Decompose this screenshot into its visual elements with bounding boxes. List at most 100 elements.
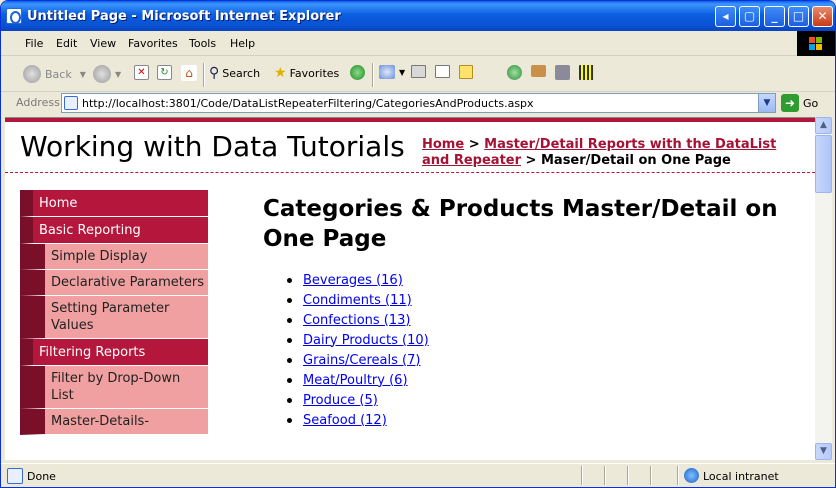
scroll-down-icon[interactable]: ▼ <box>815 443 832 460</box>
breadcrumb-separator: > <box>464 137 485 152</box>
bullet-icon <box>287 277 292 283</box>
sidebar-item-simple-display[interactable]: Simple Display <box>20 244 208 270</box>
tool-button[interactable] <box>555 65 574 80</box>
page-status-icon <box>7 468 23 484</box>
browser-window: Untitled Page - Microsoft Internet Explo… <box>0 0 836 488</box>
status-divider <box>604 466 606 485</box>
grid-button[interactable] <box>579 65 598 80</box>
home-button[interactable]: ⌂ <box>181 65 201 81</box>
forward-arrow-icon <box>93 65 111 83</box>
sidebar-item-filtering-reports[interactable]: Filtering Reports <box>20 339 208 366</box>
category-link[interactable]: Condiments (11) <box>303 293 412 308</box>
home-icon: ⌂ <box>181 65 197 81</box>
list-item: Grains/Cereals (7) <box>287 350 429 370</box>
site-title: Working with Data Tutorials <box>20 130 405 163</box>
edit-button[interactable] <box>435 65 454 78</box>
mail-icon <box>379 65 395 79</box>
favorites-label: Favorites <box>289 66 340 80</box>
vertical-scrollbar[interactable]: ▲ ▼ <box>815 117 832 460</box>
menu-file[interactable]: File <box>25 37 43 50</box>
maximize-button[interactable]: □ <box>788 6 809 27</box>
back-dropdown-icon[interactable]: ▼ <box>80 70 86 79</box>
refresh-icon: ↻ <box>157 65 172 80</box>
research-button[interactable] <box>531 65 550 77</box>
menu-tools[interactable]: Tools <box>189 37 216 50</box>
title-bar[interactable]: Untitled Page - Microsoft Internet Explo… <box>1 1 835 31</box>
forward-dropdown-icon[interactable]: ▼ <box>115 70 121 79</box>
menu-help[interactable]: Help <box>230 37 255 50</box>
menu-favorites[interactable]: Favorites <box>128 37 178 50</box>
printer-icon <box>411 65 426 78</box>
media-button[interactable] <box>350 65 369 80</box>
note-icon <box>459 65 473 79</box>
mail-button[interactable]: ▼ <box>379 65 405 79</box>
back-label: Back <box>45 67 72 81</box>
category-link[interactable]: Seafood (12) <box>303 413 387 428</box>
search-button[interactable]: ⚲ Search <box>209 65 260 81</box>
bullet-icon <box>287 297 292 303</box>
bullet-icon <box>287 397 292 403</box>
status-divider <box>650 466 652 485</box>
close-button[interactable]: ✕ <box>812 6 833 27</box>
favorites-button[interactable]: ★ Favorites <box>274 65 339 81</box>
research-icon <box>531 65 546 77</box>
refresh-button[interactable]: ↻ <box>157 65 176 80</box>
stop-button[interactable]: ✕ <box>134 65 153 80</box>
category-link[interactable]: Grains/Cereals (7) <box>303 353 420 368</box>
mail-dropdown-icon[interactable]: ▼ <box>399 68 405 77</box>
grid-icon <box>579 65 594 80</box>
go-arrow-icon: ➜ <box>781 94 799 112</box>
address-dropdown-icon[interactable]: ▼ <box>758 94 775 112</box>
forward-button[interactable]: ▼ <box>93 65 121 83</box>
window-title: Untitled Page - Microsoft Internet Explo… <box>27 9 341 24</box>
address-input[interactable]: http://localhost:3801/Code/DataListRepea… <box>61 93 776 113</box>
search-icon: ⚲ <box>209 65 220 81</box>
breadcrumb-current: Maser/Detail on One Page <box>540 153 731 168</box>
menu-view[interactable]: View <box>90 37 116 50</box>
bullet-icon <box>287 417 292 423</box>
category-link[interactable]: Dairy Products (10) <box>303 333 429 348</box>
list-item: Beverages (16) <box>287 270 429 290</box>
intranet-globe-icon <box>684 468 699 483</box>
category-list: Beverages (16) Condiments (11) Confectio… <box>287 270 429 430</box>
category-link[interactable]: Produce (5) <box>303 393 378 408</box>
back-arrow-icon <box>23 65 41 83</box>
breadcrumb-home-link[interactable]: Home <box>422 137 464 152</box>
search-label: Search <box>222 66 261 80</box>
address-bar: Address http://localhost:3801/Code/DataL… <box>1 92 835 114</box>
scroll-up-icon[interactable]: ▲ <box>815 117 832 134</box>
print-button[interactable] <box>411 65 430 78</box>
sidebar-item-master-details[interactable]: Master-Details- <box>20 409 208 435</box>
bullet-icon <box>287 337 292 343</box>
sidebar-item-setting-parameter-values[interactable]: Setting Parameter Values <box>20 296 208 339</box>
back-button[interactable]: Back ▼ <box>23 65 86 83</box>
sidebar-item-filter-by-dropdown-list[interactable]: Filter by Drop-Down List <box>20 366 208 409</box>
restore-icon-button[interactable]: ▢ <box>739 6 760 27</box>
address-label: Address <box>16 96 60 109</box>
go-button[interactable]: ➜ Go <box>781 93 831 113</box>
list-item: Confections (13) <box>287 310 429 330</box>
category-link[interactable]: Confections (13) <box>303 313 411 328</box>
breadcrumb-separator: > <box>521 153 541 168</box>
scroll-thumb[interactable] <box>815 135 832 193</box>
sidebar-item-basic-reporting[interactable]: Basic Reporting <box>20 217 208 244</box>
list-item: Dairy Products (10) <box>287 330 429 350</box>
address-url[interactable]: http://localhost:3801/Code/DataListRepea… <box>82 97 534 110</box>
status-divider <box>627 466 629 485</box>
category-link[interactable]: Beverages (16) <box>303 273 403 288</box>
category-link[interactable]: Meat/Poultry (6) <box>303 373 408 388</box>
discuss-button[interactable] <box>459 65 477 79</box>
bullet-icon <box>287 377 292 383</box>
stop-icon: ✕ <box>134 65 149 80</box>
bullet-icon <box>287 357 292 363</box>
sidebar-item-declarative-parameters[interactable]: Declarative Parameters <box>20 270 208 296</box>
messenger-button[interactable] <box>507 65 526 80</box>
sidebar-item-home[interactable]: Home <box>20 190 208 217</box>
windows-logo-icon <box>797 31 835 56</box>
status-text: Done <box>27 470 56 483</box>
security-zone: Local intranet <box>703 470 779 483</box>
minimize-button[interactable]: _ <box>764 6 785 27</box>
menu-edit[interactable]: Edit <box>56 37 77 50</box>
help-button[interactable]: ◂ <box>715 6 736 27</box>
header-divider <box>5 172 815 173</box>
